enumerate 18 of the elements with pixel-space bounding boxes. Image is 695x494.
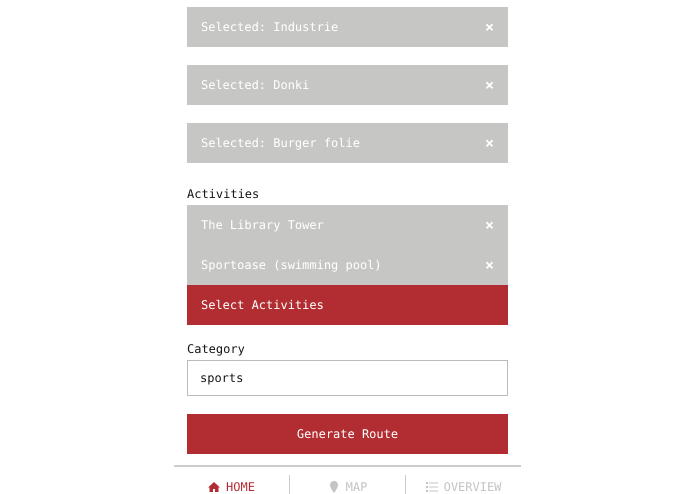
remove-button[interactable]: × bbox=[484, 216, 494, 234]
list-icon bbox=[426, 481, 438, 493]
house-icon bbox=[208, 481, 220, 493]
chip-label: Selected: Industrie bbox=[201, 20, 338, 34]
select-activities-button[interactable]: Select Activities bbox=[187, 285, 508, 325]
generate-route-button[interactable]: Generate Route bbox=[187, 414, 508, 454]
remove-button[interactable]: × bbox=[484, 256, 494, 274]
remove-button[interactable]: × bbox=[484, 76, 494, 94]
section-label: Activities bbox=[187, 187, 260, 203]
remove-button[interactable]: × bbox=[484, 134, 494, 152]
chip-label: Selected: Donki bbox=[201, 78, 310, 92]
chip-label: The Library Tower bbox=[201, 218, 324, 232]
field-label: Category bbox=[187, 342, 246, 358]
category-field[interactable]: sports bbox=[187, 360, 508, 396]
chip-label: Selected: Burger folie bbox=[201, 136, 360, 150]
chip-label: Sportoase (swimming pool) bbox=[201, 258, 382, 272]
map-pin-icon bbox=[328, 481, 340, 493]
remove-button[interactable]: × bbox=[484, 18, 494, 36]
